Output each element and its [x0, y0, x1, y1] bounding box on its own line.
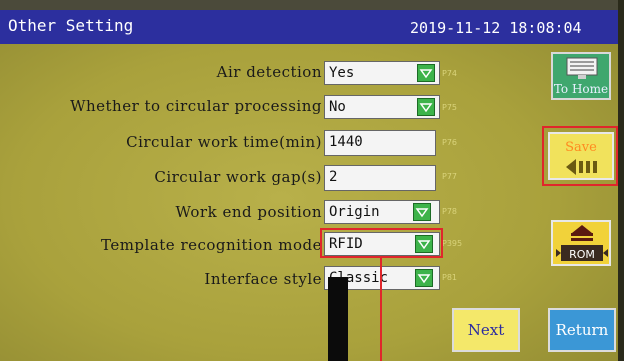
next-button[interactable]: Next: [452, 308, 520, 352]
return-label: Return: [555, 321, 609, 339]
circular-work-time-value: 1440: [329, 134, 363, 150]
save-highlight-box: [542, 126, 618, 186]
air-detection-value: Yes: [329, 65, 355, 81]
highlight-pointer-line: [380, 258, 382, 361]
label-circular-work-time: Circular work time(min): [126, 133, 322, 151]
bezel-top: [0, 0, 624, 10]
dropdown-arrow-icon[interactable]: [417, 98, 435, 116]
param-code: P74: [442, 69, 458, 78]
label-circular-work-gap: Circular work gap(s): [154, 168, 322, 186]
circular-work-time-input[interactable]: 1440: [324, 130, 436, 156]
to-home-label: To Home: [553, 82, 609, 96]
label-work-end-position: Work end position: [175, 203, 322, 221]
return-button[interactable]: Return: [548, 308, 616, 352]
photo-obstruction: [328, 277, 348, 361]
param-code: P81: [442, 273, 458, 282]
label-circular-processing: Whether to circular processing: [70, 97, 322, 115]
monitor-icon: [566, 57, 598, 79]
dropdown-arrow-icon[interactable]: [413, 203, 431, 221]
rom-label: ROM: [569, 248, 595, 261]
label-air-detection: Air detection: [216, 63, 322, 81]
circular-processing-value: No: [329, 99, 346, 115]
dropdown-arrow-icon[interactable]: [415, 269, 433, 287]
page-title: Other Setting: [8, 16, 134, 35]
param-code: P395: [442, 239, 463, 248]
rom-button[interactable]: ROM: [551, 220, 611, 266]
datetime-display: 2019-11-12 18:08:04: [410, 19, 582, 37]
label-template-recognition-mode: Template recognition mode: [100, 236, 322, 254]
param-code: P76: [442, 138, 458, 147]
circular-work-gap-value: 2: [329, 169, 338, 185]
param-code: P75: [442, 103, 458, 112]
param-code: P78: [442, 207, 458, 216]
screen: Other Setting 2019-11-12 18:08:04 Air de…: [0, 0, 624, 361]
next-label: Next: [467, 321, 505, 339]
label-interface-style: Interface style: [204, 270, 322, 288]
param-code: P77: [442, 172, 458, 181]
work-end-position-value: Origin: [329, 204, 380, 220]
rfid-highlight-box: [320, 228, 443, 258]
title-bar: Other Setting 2019-11-12 18:08:04: [0, 10, 624, 44]
circular-work-gap-input[interactable]: 2: [324, 165, 436, 191]
bezel-right: [618, 0, 624, 361]
rom-chip-icon: ROM: [556, 225, 608, 261]
to-home-button[interactable]: To Home: [551, 52, 611, 100]
dropdown-arrow-icon[interactable]: [417, 64, 435, 82]
